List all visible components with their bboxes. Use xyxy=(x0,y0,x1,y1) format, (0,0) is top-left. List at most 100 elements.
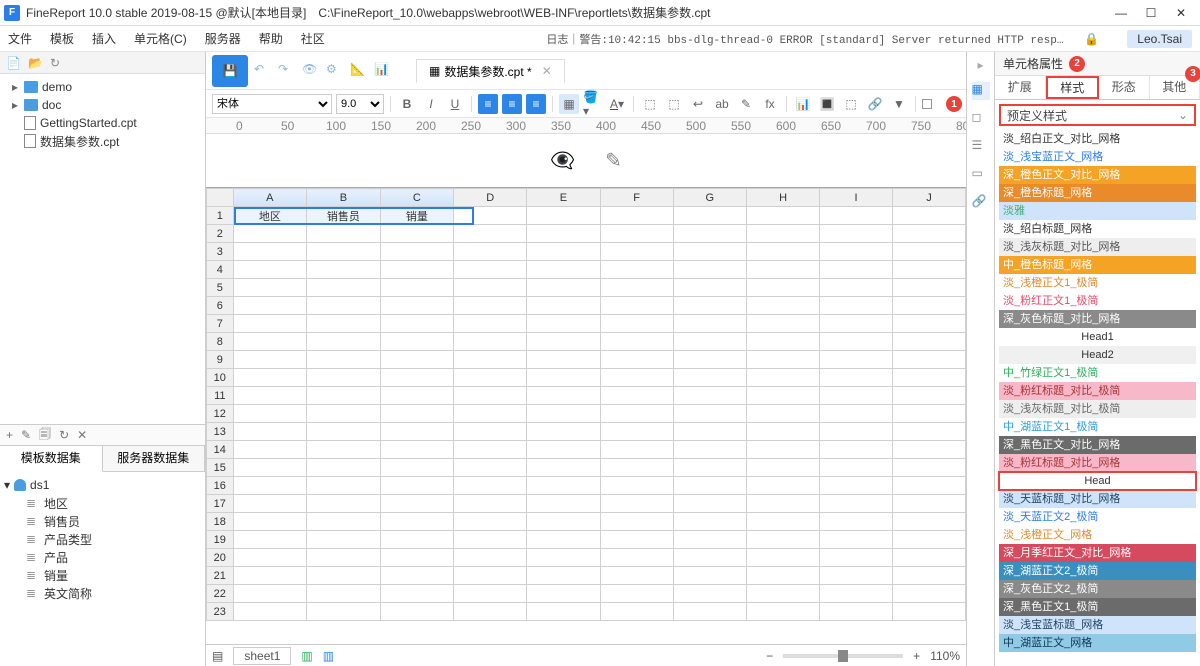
zoom-slider[interactable] xyxy=(783,654,903,658)
cell[interactable] xyxy=(892,585,965,603)
style-item[interactable]: 淡_浅宝蓝标题_网格 xyxy=(999,616,1196,634)
cell[interactable] xyxy=(527,549,600,567)
row-header[interactable]: 10 xyxy=(207,369,234,387)
cell[interactable] xyxy=(673,279,746,297)
column-header[interactable]: G xyxy=(673,189,746,207)
column-header[interactable]: A xyxy=(233,189,307,207)
row-header[interactable]: 23 xyxy=(207,603,234,621)
row-header[interactable]: 12 xyxy=(207,405,234,423)
cell[interactable] xyxy=(380,513,454,531)
cell[interactable] xyxy=(820,225,893,243)
indent-button[interactable]: ab xyxy=(712,94,732,114)
open-folder-icon[interactable]: 📂 xyxy=(28,56,42,70)
style-item[interactable]: 深_橙色标题_网格 xyxy=(999,184,1196,202)
cell[interactable] xyxy=(454,297,527,315)
editor-tab[interactable]: ▦ 数据集参数.cpt * ✕ xyxy=(416,59,565,83)
column-header[interactable]: D xyxy=(454,189,527,207)
condition-button[interactable]: ⬚ xyxy=(841,94,861,114)
cell[interactable] xyxy=(454,423,527,441)
cell[interactable] xyxy=(892,549,965,567)
cell[interactable] xyxy=(673,405,746,423)
cell[interactable] xyxy=(820,207,893,225)
cell[interactable] xyxy=(600,513,673,531)
minimize-button[interactable]: — xyxy=(1106,3,1136,23)
row-header[interactable]: 3 xyxy=(207,243,234,261)
column-header[interactable]: E xyxy=(527,189,600,207)
cell[interactable] xyxy=(820,441,893,459)
row-header[interactable]: 18 xyxy=(207,513,234,531)
cell[interactable] xyxy=(673,531,746,549)
align-center-button[interactable]: ≡ xyxy=(502,94,522,114)
menu-server[interactable]: 服务器 xyxy=(205,30,241,47)
row-header[interactable]: 7 xyxy=(207,315,234,333)
cell[interactable] xyxy=(892,423,965,441)
cell[interactable] xyxy=(746,225,819,243)
style-item[interactable]: 淡_浅橙正文1_极简 xyxy=(999,274,1196,292)
align-left-button[interactable]: ≡ xyxy=(478,94,498,114)
menu-cell[interactable]: 单元格(C) xyxy=(134,30,187,47)
style-item[interactable]: 深_湖蓝正文2_极简 xyxy=(999,562,1196,580)
row-header[interactable]: 20 xyxy=(207,549,234,567)
style-item[interactable]: 淡雅 xyxy=(999,202,1196,220)
cell[interactable] xyxy=(746,567,819,585)
cell[interactable] xyxy=(454,207,527,225)
style-item[interactable]: 淡_绍白标题_网格 xyxy=(999,220,1196,238)
cell[interactable] xyxy=(600,567,673,585)
cell[interactable] xyxy=(600,333,673,351)
cell[interactable] xyxy=(600,549,673,567)
cell[interactable] xyxy=(600,423,673,441)
cell[interactable] xyxy=(454,315,527,333)
cell[interactable] xyxy=(233,567,307,585)
cell[interactable] xyxy=(600,477,673,495)
cell[interactable] xyxy=(600,387,673,405)
cell[interactable] xyxy=(233,369,307,387)
cell[interactable] xyxy=(820,315,893,333)
cell[interactable] xyxy=(673,513,746,531)
cell[interactable] xyxy=(892,441,965,459)
color-swatch[interactable] xyxy=(922,99,932,109)
font-size-select[interactable]: 9.0 xyxy=(336,94,384,114)
style-item[interactable]: Head1 xyxy=(999,328,1196,346)
cell[interactable] xyxy=(527,351,600,369)
cell[interactable] xyxy=(307,261,381,279)
cell[interactable] xyxy=(454,495,527,513)
cell[interactable] xyxy=(233,441,307,459)
cell[interactable] xyxy=(454,531,527,549)
cell[interactable] xyxy=(233,423,307,441)
cell[interactable] xyxy=(892,531,965,549)
column-header[interactable]: B xyxy=(307,189,381,207)
cell[interactable] xyxy=(307,423,381,441)
close-button[interactable]: ✕ xyxy=(1166,3,1196,23)
ds-field[interactable]: ≣销量 xyxy=(4,566,201,584)
style-item[interactable]: 中_竹绿正文1_极简 xyxy=(999,364,1196,382)
cell[interactable] xyxy=(380,567,454,585)
menu-template[interactable]: 模板 xyxy=(50,30,74,47)
cell[interactable] xyxy=(527,315,600,333)
cell[interactable] xyxy=(380,243,454,261)
menu-help[interactable]: 帮助 xyxy=(259,30,283,47)
style-item[interactable]: 淡_天蓝标题_对比_网格 xyxy=(999,490,1196,508)
row-header[interactable]: 14 xyxy=(207,441,234,459)
cell[interactable] xyxy=(527,261,600,279)
format-painter-button[interactable]: ✎ xyxy=(736,94,756,114)
cell[interactable] xyxy=(820,297,893,315)
ds-add-icon[interactable]: + xyxy=(6,428,13,442)
row-header[interactable]: 16 xyxy=(207,477,234,495)
row-header[interactable]: 13 xyxy=(207,423,234,441)
cell[interactable] xyxy=(746,495,819,513)
cell[interactable] xyxy=(820,405,893,423)
cell[interactable] xyxy=(820,459,893,477)
cell[interactable] xyxy=(527,369,600,387)
cell[interactable] xyxy=(233,549,307,567)
cell[interactable] xyxy=(454,567,527,585)
cell[interactable] xyxy=(527,225,600,243)
cell[interactable] xyxy=(233,261,307,279)
cell[interactable] xyxy=(307,603,381,621)
row-header[interactable]: 2 xyxy=(207,225,234,243)
cell[interactable] xyxy=(892,315,965,333)
cell[interactable] xyxy=(307,405,381,423)
cell[interactable] xyxy=(892,387,965,405)
unmerge-button[interactable]: ⬚ xyxy=(664,94,684,114)
row-header[interactable]: 21 xyxy=(207,567,234,585)
rows-mode-icon[interactable]: ☰ xyxy=(972,138,990,156)
